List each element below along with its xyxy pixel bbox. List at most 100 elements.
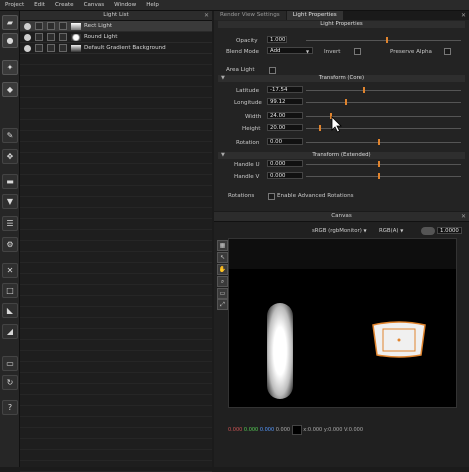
visibility-eye-icon[interactable] [24,33,31,41]
colorspace-select[interactable]: sRGB (rgbMonitor) ▼ [312,228,367,234]
menu-edit[interactable]: Edit [29,2,50,8]
handle-v-slider-knob[interactable] [378,173,380,179]
empty-row [20,241,212,252]
width-field[interactable]: 24.00 [267,112,303,119]
handle-u-slider[interactable] [306,161,461,167]
rotation-slider[interactable] [306,139,461,145]
close-icon[interactable]: ✕ [461,212,466,221]
point-light-tool-icon[interactable]: ✦ [2,60,18,75]
close-icon[interactable]: ✕ [204,11,209,20]
latitude-field[interactable]: -17.54 [267,86,303,93]
longitude-slider[interactable] [306,99,461,105]
help-icon[interactable]: ? [2,400,18,415]
settings-gear-icon[interactable]: ⚙ [2,237,18,252]
light-list-item[interactable]: Round Light [20,32,212,43]
rect-light-shape[interactable] [267,303,293,399]
exposure-toggle[interactable] [421,227,435,235]
empty-row [20,285,212,296]
height-slider-knob[interactable] [319,125,321,131]
close-icon[interactable]: ✕ [461,12,466,19]
channel-select[interactable]: RGB(A) ▼ [379,228,403,234]
opacity-field[interactable]: 1.000 [267,36,287,43]
solo-checkbox[interactable] [35,33,43,41]
menu-bar: Project Edit Create Canvas Window Help [0,0,469,11]
height-field[interactable]: 20.00 [267,124,303,131]
empty-row [20,450,212,461]
lock-checkbox[interactable] [47,22,55,30]
fit-icon[interactable]: ▭ [217,288,228,299]
exposure-field[interactable]: 1.0000 [437,227,462,234]
invert-checkbox[interactable] [354,48,361,55]
empty-row [20,318,212,329]
menu-canvas[interactable]: Canvas [79,2,110,8]
handle-v-field[interactable]: 0.000 [267,172,303,179]
move-tool-icon[interactable]: ✥ [2,149,18,164]
opacity-label: Opacity [236,38,258,44]
gradient-tool-icon[interactable]: ◆ [2,82,18,97]
hdr-icon[interactable]: ▭ [2,356,18,371]
select-arrow-icon[interactable]: ↖ [217,252,228,263]
lock-checkbox[interactable] [47,44,55,52]
mute-checkbox[interactable] [59,44,67,52]
collapse-arrow-icon[interactable]: ▼ [221,152,225,159]
canvas-viewport[interactable] [228,238,457,408]
layer-strip-icon[interactable]: ☰ [2,216,18,231]
menu-window[interactable]: Window [109,2,141,8]
handle-u-slider-knob[interactable] [378,161,380,167]
handle-u-label: Handle U [234,162,260,168]
frame-icon[interactable]: □ [2,283,18,298]
menu-create[interactable]: Create [50,2,79,8]
solo-checkbox[interactable] [35,22,43,30]
lock-checkbox[interactable] [47,33,55,41]
advanced-rotations-checkbox[interactable] [268,193,275,200]
width-slider[interactable] [306,113,461,119]
handle-u-field[interactable]: 0.000 [267,160,303,167]
rotation-slider-knob[interactable] [378,139,380,145]
delete-icon[interactable]: ✕ [2,263,18,278]
grid-icon[interactable]: ▦ [217,240,228,251]
latitude-slider[interactable] [306,87,461,93]
tab-light-properties[interactable]: Light Properties [286,11,343,20]
zoom-icon[interactable]: ⌕ [217,276,228,287]
height-slider[interactable] [306,125,461,131]
visibility-eye-icon[interactable] [24,44,31,52]
menu-project[interactable]: Project [0,2,29,8]
empty-row [20,351,212,362]
light-item-label: Round Light [84,34,118,40]
mute-checkbox[interactable] [59,22,67,30]
expand-icon[interactable]: ⤢ [217,299,228,310]
mute-checkbox[interactable] [59,33,67,41]
empty-row [20,252,212,263]
sync-icon[interactable]: ↻ [2,375,18,390]
pan-hand-icon[interactable]: ✋ [217,264,228,275]
opacity-slider[interactable] [306,37,461,43]
latitude-slider-knob[interactable] [363,87,365,93]
handle-v-slider[interactable] [306,173,461,179]
light-list-item[interactable]: Default Gradient Background [20,43,212,54]
round-light-tool-icon[interactable]: ● [2,33,18,48]
solo-checkbox[interactable] [35,44,43,52]
light-item-label: Default Gradient Background [84,45,166,51]
menu-help[interactable]: Help [141,2,164,8]
rotation-field[interactable]: 0.00 [267,138,303,145]
longitude-slider-knob[interactable] [345,99,347,105]
empty-row [20,417,212,428]
empty-row [20,87,212,98]
visibility-eye-icon[interactable] [24,22,31,30]
opacity-slider-knob[interactable] [386,37,388,43]
collapse-arrow-icon[interactable]: ▼ [221,75,225,82]
area-light-checkbox[interactable] [269,67,276,74]
preserve-alpha-checkbox[interactable] [444,48,451,55]
corner-icon[interactable]: ◢ [2,324,18,339]
round-light-shape[interactable] [369,319,429,359]
brush-tool-icon[interactable]: ✎ [2,128,18,143]
tab-render-view-settings[interactable]: Render View Settings [214,11,286,20]
chevron-down-icon[interactable]: ▼ [306,49,309,54]
longitude-field[interactable]: 99.12 [267,98,303,105]
empty-row [20,439,212,450]
light-list-item[interactable]: Rect Light [20,21,212,32]
hdr-strip-icon[interactable]: ▬ [2,174,18,189]
arrow-strip-icon[interactable]: ▼ [2,194,18,209]
rect-light-tool-icon[interactable]: ▰ [2,15,18,30]
shape-icon[interactable]: ◣ [2,303,18,318]
